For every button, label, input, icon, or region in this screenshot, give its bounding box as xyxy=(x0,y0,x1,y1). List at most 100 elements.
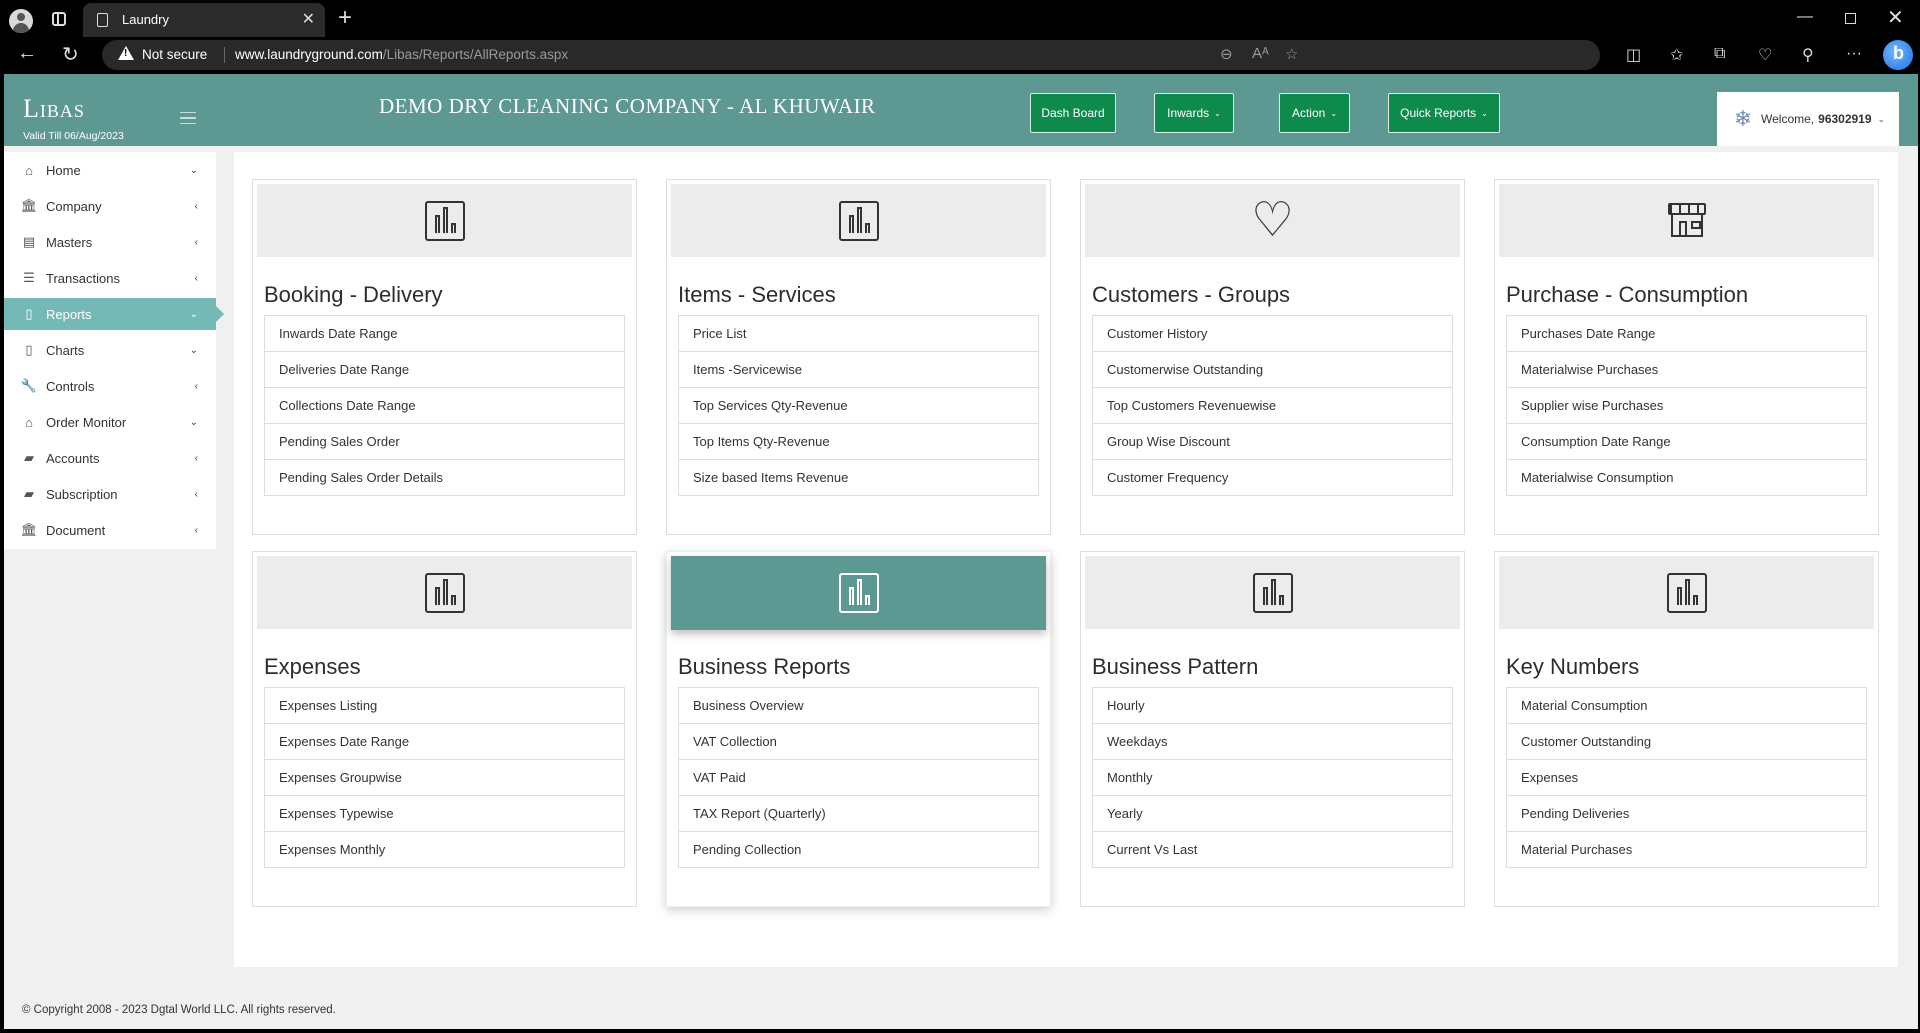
maximize-button[interactable] xyxy=(1845,13,1856,24)
store-icon xyxy=(1667,202,1706,239)
report-link[interactable]: Weekdays xyxy=(1092,723,1453,760)
report-link[interactable]: Collections Date Range xyxy=(264,387,625,424)
report-link[interactable]: Top Customers Revenuewise xyxy=(1092,387,1453,424)
sidebar-item-transactions[interactable]: ☰ Transactions ‹ xyxy=(4,262,216,294)
card-link-list: Price List Items -Servicewise Top Servic… xyxy=(678,315,1039,496)
report-link[interactable]: Price List xyxy=(678,315,1039,352)
report-link[interactable]: Size based Items Revenue xyxy=(678,459,1039,496)
report-link[interactable]: Current Vs Last xyxy=(1092,831,1453,868)
sidebar-item-label: Home xyxy=(46,162,81,178)
report-link[interactable]: Inwards Date Range xyxy=(264,315,625,352)
report-link[interactable]: Consumption Date Range xyxy=(1506,423,1867,460)
report-link[interactable]: Pending Collection xyxy=(678,831,1039,868)
report-link[interactable]: Monthly xyxy=(1092,759,1453,796)
report-link[interactable]: Expenses xyxy=(1506,759,1867,796)
dashboard-button[interactable]: Dash Board xyxy=(1030,93,1116,133)
zoom-icon[interactable]: ⊖ xyxy=(1220,45,1233,63)
bank-icon: 🏛 xyxy=(20,522,38,537)
sidebar-item-company[interactable]: 🏛 Company ‹ xyxy=(4,190,216,222)
address-bar[interactable]: Not secure www.laundryground.com/Libas/R… xyxy=(102,40,1600,70)
card-title: Customers - Groups xyxy=(1092,282,1291,307)
user-menu[interactable]: ❄ Welcome, 96302919 ⌄ xyxy=(1717,92,1899,146)
report-link[interactable]: Pending Sales Order Details xyxy=(264,459,625,496)
report-link[interactable]: Expenses Date Range xyxy=(264,723,625,760)
report-link[interactable]: Customerwise Outstanding xyxy=(1092,351,1453,388)
report-link[interactable]: Expenses Listing xyxy=(264,687,625,724)
inwards-dropdown[interactable]: Inwards ⌄ xyxy=(1154,93,1234,133)
url-path: /Libas/Reports/AllReports.aspx xyxy=(382,47,569,62)
report-link[interactable]: Materialwise Purchases xyxy=(1506,351,1867,388)
report-card-key-numbers: Key Numbers Material Consumption Custome… xyxy=(1494,551,1879,907)
report-link[interactable]: Pending Sales Order xyxy=(264,423,625,460)
card-link-list: Customer History Customerwise Outstandin… xyxy=(1092,315,1453,496)
quick-reports-dropdown[interactable]: Quick Reports ⌄ xyxy=(1388,93,1500,133)
report-link[interactable]: Yearly xyxy=(1092,795,1453,832)
sidebar-item-subscription[interactable]: ▰ Subscription ‹ xyxy=(4,478,216,510)
close-window-button[interactable]: ✕ xyxy=(1887,5,1904,30)
report-link[interactable]: Expenses Typewise xyxy=(264,795,625,832)
action-dropdown[interactable]: Action ⌄ xyxy=(1279,93,1350,133)
report-link[interactable]: Hourly xyxy=(1092,687,1453,724)
report-link[interactable]: TAX Report (Quarterly) xyxy=(678,795,1039,832)
collections-icon[interactable]: ⧉ xyxy=(1714,45,1725,63)
security-label[interactable]: Not secure xyxy=(142,47,207,62)
read-aloud-icon[interactable]: Aᴬ xyxy=(1252,45,1269,62)
extensions-icon[interactable]: ⚲ xyxy=(1802,45,1814,65)
warning-icon[interactable] xyxy=(118,46,134,60)
sidebar-item-label: Transactions xyxy=(46,270,120,286)
report-link[interactable]: Top Items Qty-Revenue xyxy=(678,423,1039,460)
more-menu-icon[interactable]: ··· xyxy=(1846,45,1862,63)
browser-essentials-icon[interactable]: ♡ xyxy=(1758,45,1772,65)
tab-close-icon[interactable]: ✕ xyxy=(302,9,315,29)
favorite-star-icon[interactable]: ☆ xyxy=(1285,45,1298,63)
card-title: Business Pattern xyxy=(1092,654,1259,679)
report-link[interactable]: Customer History xyxy=(1092,315,1453,352)
report-link[interactable]: Materialwise Consumption xyxy=(1506,459,1867,496)
back-button[interactable]: ← xyxy=(17,42,37,65)
report-link[interactable]: Customer Outstanding xyxy=(1506,723,1867,760)
browser-tab[interactable]: Laundry ✕ xyxy=(83,3,325,37)
report-link[interactable]: Purchases Date Range xyxy=(1506,315,1867,352)
sidebar-item-reports[interactable]: ▯ Reports ⌄ xyxy=(4,298,224,330)
card-title: Key Numbers xyxy=(1506,654,1640,679)
split-screen-icon[interactable]: ◫ xyxy=(1626,45,1641,65)
sidebar-item-masters[interactable]: ▤ Masters ‹ xyxy=(4,226,216,258)
sidebar-item-label: Order Monitor xyxy=(46,414,127,430)
minimize-button[interactable]: — xyxy=(1797,8,1813,26)
new-tab-button[interactable]: + xyxy=(338,4,352,32)
report-link[interactable]: Supplier wise Purchases xyxy=(1506,387,1867,424)
report-link[interactable]: Pending Deliveries xyxy=(1506,795,1867,832)
sidebar-item-label: Reports xyxy=(46,306,92,322)
tab-actions-icon[interactable] xyxy=(52,12,66,26)
profile-icon[interactable] xyxy=(9,9,33,33)
copilot-icon[interactable] xyxy=(1883,40,1913,70)
report-link[interactable]: VAT Paid xyxy=(678,759,1039,796)
report-link[interactable]: Material Purchases xyxy=(1506,831,1867,868)
report-link[interactable]: Group Wise Discount xyxy=(1092,423,1453,460)
app-logo[interactable]: Libas xyxy=(23,94,85,124)
url-text[interactable]: www.laundryground.com/Libas/Reports/AllR… xyxy=(235,47,568,62)
report-link[interactable]: Deliveries Date Range xyxy=(264,351,625,388)
sidebar-item-order-monitor[interactable]: ⌂ Order Monitor ⌄ xyxy=(4,406,216,438)
report-link[interactable]: Business Overview xyxy=(678,687,1039,724)
bar-chart-icon xyxy=(838,573,879,613)
report-link[interactable]: Expenses Groupwise xyxy=(264,759,625,796)
card-title: Business Reports xyxy=(678,654,851,679)
report-link[interactable]: Expenses Monthly xyxy=(264,831,625,868)
sidebar-item-controls[interactable]: 🔧 Controls ‹ xyxy=(4,370,216,402)
report-link[interactable]: VAT Collection xyxy=(678,723,1039,760)
report-link[interactable]: Material Consumption xyxy=(1506,687,1867,724)
sidebar-item-accounts[interactable]: ▰ Accounts ‹ xyxy=(4,442,216,474)
bar-chart-icon xyxy=(1252,572,1293,613)
sidebar-item-home[interactable]: ⌂ Home ⌄ xyxy=(4,154,216,186)
favorites-icon[interactable]: ✩ xyxy=(1670,45,1683,65)
sidebar-item-charts[interactable]: ▯ Charts ⌄ xyxy=(4,334,216,366)
report-link[interactable]: Customer Frequency xyxy=(1092,459,1453,496)
report-link[interactable]: Items -Servicewise xyxy=(678,351,1039,388)
card-header xyxy=(1085,556,1460,629)
menu-toggle-icon[interactable] xyxy=(180,112,196,124)
report-link[interactable]: Top Services Qty-Revenue xyxy=(678,387,1039,424)
document-icon: ▯ xyxy=(25,342,33,357)
sidebar-item-document[interactable]: 🏛 Document ‹ xyxy=(4,514,216,546)
reload-button[interactable]: ↻ xyxy=(62,42,79,67)
